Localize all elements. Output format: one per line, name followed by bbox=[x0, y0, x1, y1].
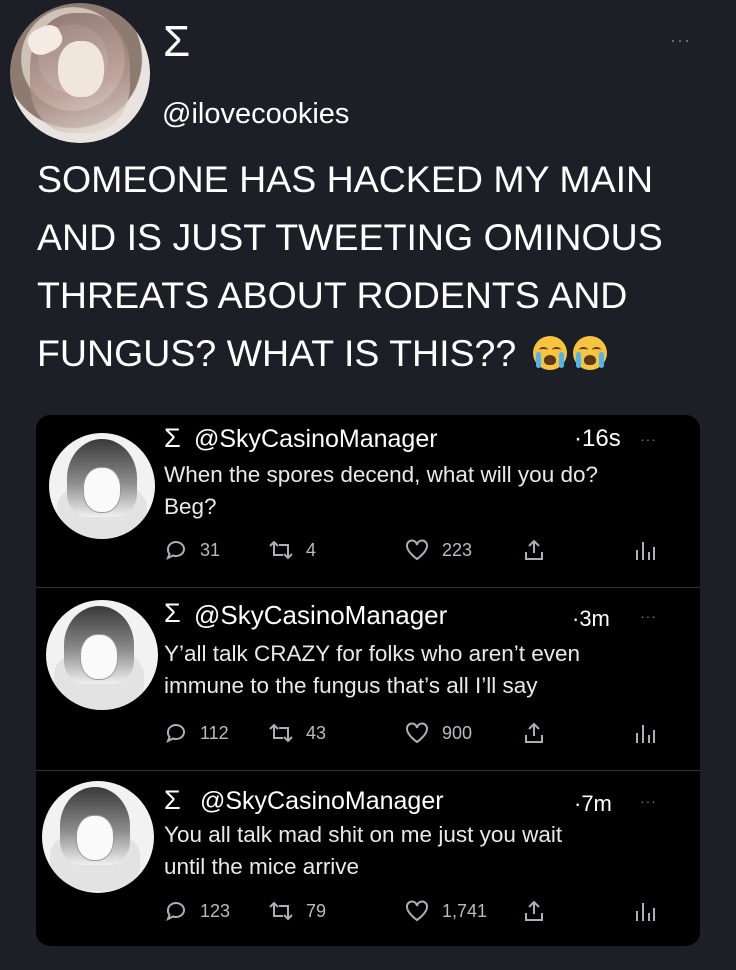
reply-count: 112 bbox=[200, 722, 229, 743]
avatar[interactable] bbox=[46, 600, 158, 710]
heart-icon bbox=[406, 722, 428, 744]
reply-text: You all talk mad shit on me just you wai… bbox=[164, 819, 684, 883]
share-icon bbox=[525, 900, 543, 921]
retweet-count: 43 bbox=[306, 722, 327, 743]
tweet-text-body: SOMEONE HAS HACKED MY MAIN AND IS JUST T… bbox=[37, 158, 663, 374]
profile-avatar[interactable] bbox=[10, 3, 150, 143]
reply-handle[interactable]: @SkyCasinoManager bbox=[200, 787, 444, 816]
retweet-button[interactable]: 79 bbox=[268, 898, 326, 924]
reply-item[interactable]: Σ @SkyCasinoManager ·7m ··· You all talk… bbox=[36, 771, 700, 946]
retweet-icon bbox=[269, 901, 293, 921]
avatar[interactable] bbox=[49, 433, 155, 539]
more-options-icon[interactable]: ··· bbox=[670, 30, 691, 51]
more-options-icon[interactable]: ··· bbox=[640, 431, 657, 447]
avatar[interactable] bbox=[42, 781, 154, 893]
like-count: 223 bbox=[442, 539, 473, 560]
reply-display-name[interactable]: Σ bbox=[164, 785, 181, 816]
reply-text-line: When the spores decend, what will you do… bbox=[164, 462, 599, 487]
action-bar: 31 4 223 bbox=[164, 537, 684, 563]
reply-handle[interactable]: @SkyCasinoManager bbox=[194, 600, 447, 631]
more-options-icon[interactable]: ··· bbox=[640, 793, 657, 809]
user-handle[interactable]: @ilovecookies bbox=[162, 98, 349, 131]
like-count: 1,741 bbox=[442, 900, 488, 921]
retweet-count: 79 bbox=[306, 900, 327, 921]
reply-text-line: until the mice arrive bbox=[164, 854, 360, 879]
action-bar: 123 79 1,741 bbox=[164, 898, 684, 924]
analytics-icon bbox=[636, 903, 655, 921]
tweet-text: SOMEONE HAS HACKED MY MAIN AND IS JUST T… bbox=[37, 150, 697, 382]
reply-button[interactable]: 31 bbox=[164, 537, 220, 563]
reply-text-line: You all talk mad shit on me just you wai… bbox=[164, 822, 563, 847]
reply-timestamp[interactable]: ·3m bbox=[572, 606, 610, 632]
reply-icon bbox=[166, 724, 185, 744]
retweet-icon bbox=[269, 723, 293, 743]
more-options-icon[interactable]: ··· bbox=[640, 608, 657, 624]
heart-icon bbox=[406, 539, 428, 561]
reply-count: 123 bbox=[200, 900, 231, 921]
share-button[interactable] bbox=[522, 537, 558, 563]
like-count: 900 bbox=[442, 722, 473, 743]
share-icon bbox=[525, 539, 543, 560]
reply-item[interactable]: Σ @SkyCasinoManager ·16s ··· When the sp… bbox=[36, 415, 700, 587]
reply-count: 31 bbox=[200, 539, 221, 560]
reply-text-line: Y’all talk CRAZY for folks who aren’t ev… bbox=[164, 641, 581, 666]
analytics-icon bbox=[636, 725, 655, 743]
reply-button[interactable]: 112 bbox=[164, 720, 229, 746]
reply-text-line: Beg? bbox=[164, 494, 217, 519]
analytics-button[interactable] bbox=[634, 898, 668, 924]
display-name[interactable]: Σ bbox=[163, 18, 190, 66]
retweet-count: 4 bbox=[306, 539, 317, 560]
analytics-button[interactable] bbox=[634, 537, 668, 563]
analytics-icon bbox=[636, 542, 655, 560]
reply-handle[interactable]: @SkyCasinoManager bbox=[194, 425, 438, 454]
reply-display-name[interactable]: Σ bbox=[164, 423, 181, 454]
retweet-button[interactable]: 43 bbox=[268, 720, 326, 746]
like-button[interactable]: 900 bbox=[404, 720, 472, 746]
analytics-button[interactable] bbox=[634, 720, 668, 746]
reply-button[interactable]: 123 bbox=[164, 898, 230, 924]
reply-timestamp[interactable]: ·7m bbox=[574, 791, 612, 817]
retweet-button[interactable]: 4 bbox=[268, 537, 316, 563]
reply-timestamp[interactable]: ·16s bbox=[574, 425, 621, 453]
share-button[interactable] bbox=[522, 898, 558, 924]
retweet-icon bbox=[269, 540, 293, 560]
like-button[interactable]: 223 bbox=[404, 537, 472, 563]
reply-text: Y’all talk CRAZY for folks who aren’t ev… bbox=[164, 638, 684, 702]
share-icon bbox=[525, 722, 543, 743]
share-button[interactable] bbox=[522, 720, 558, 746]
reply-icon bbox=[166, 902, 185, 922]
reply-text-line: immune to the fungus that’s all I’ll say bbox=[164, 673, 538, 698]
replies-card: Σ @SkyCasinoManager ·16s ··· When the sp… bbox=[36, 415, 700, 946]
reply-display-name[interactable]: Σ bbox=[164, 598, 181, 629]
reply-icon bbox=[166, 541, 185, 561]
reply-text: When the spores decend, what will you do… bbox=[164, 459, 684, 523]
loudly-crying-face-icon bbox=[572, 336, 607, 370]
loudly-crying-face-icon bbox=[532, 336, 567, 370]
reply-item[interactable]: Σ @SkyCasinoManager ·3m ··· Y’all talk C… bbox=[36, 588, 700, 770]
heart-icon bbox=[406, 900, 428, 922]
like-button[interactable]: 1,741 bbox=[404, 898, 487, 924]
action-bar: 112 43 900 bbox=[164, 720, 684, 746]
